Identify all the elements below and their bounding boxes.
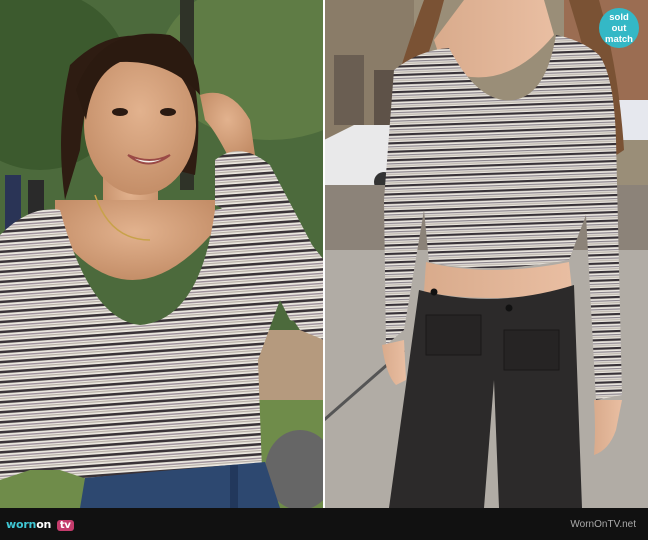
site-url: WornOnTV.net bbox=[570, 519, 636, 530]
logo-on: on bbox=[36, 518, 52, 531]
logo-tv-icon: tv bbox=[56, 520, 74, 531]
badge-line-1: sold bbox=[609, 11, 629, 23]
right-photo bbox=[324, 0, 648, 508]
model-photo-illustration bbox=[324, 0, 648, 508]
sold-out-match-badge: sold out match bbox=[599, 8, 639, 48]
badge-line-2: out bbox=[611, 22, 627, 34]
logo-worn: worn bbox=[6, 518, 37, 531]
wornontv-logo[interactable]: wornon tv bbox=[6, 518, 74, 531]
actress-photo-illustration bbox=[0, 0, 324, 508]
badge-line-3: match bbox=[605, 33, 633, 45]
footer-bar bbox=[0, 508, 648, 540]
panel-divider bbox=[323, 0, 325, 508]
left-photo bbox=[0, 0, 324, 508]
